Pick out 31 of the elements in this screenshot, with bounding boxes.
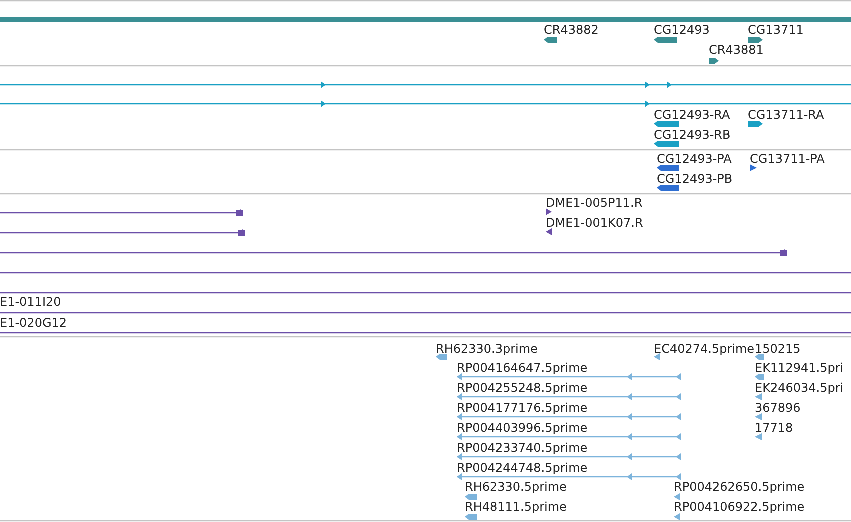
feature-label: CG13711-RA	[748, 108, 824, 122]
feature-label: EC40274.5prime	[654, 342, 755, 356]
feature-label: CG12493-RA	[654, 108, 730, 122]
feature-label: E1-020G12	[0, 316, 68, 330]
feature-label: 367896	[755, 401, 801, 415]
feature-label: CG13711	[748, 23, 804, 37]
feature-label: CR43881	[709, 43, 764, 57]
feature-label: RP004262650.5prime	[674, 480, 805, 494]
feature-label: RP004255248.5prime	[457, 381, 588, 395]
feature-label: CG12493-PA	[657, 152, 732, 166]
feature-label: CG12493-PB	[657, 172, 733, 186]
feature-label: RP004106922.5prime	[674, 500, 805, 514]
feature-label: E1-011I20	[0, 295, 62, 309]
feature-label: DME1-001K07.R	[546, 216, 644, 230]
feature-label: RH62330.3prime	[436, 342, 538, 356]
feature-label: CG12493	[654, 23, 710, 37]
feature-label: RH62330.5prime	[465, 480, 567, 494]
feature-label: EK112941.5pri	[755, 361, 844, 375]
feature-label: CG12493-RB	[654, 128, 731, 142]
feature-label: DME1-005P11.R	[546, 196, 643, 210]
feature-label: RH48111.5prime	[465, 500, 567, 514]
feature-label: 150215	[755, 342, 801, 356]
feature-label: RP004233740.5prime	[457, 441, 588, 455]
feature-label: EK246034.5pri	[755, 381, 844, 395]
feature-label: CG13711-PA	[750, 152, 825, 166]
feature-label: RP004403996.5prime	[457, 421, 588, 435]
feature-label: RP004244748.5prime	[457, 461, 588, 475]
feature-label: 17718	[755, 421, 794, 435]
feature-label: RP004164647.5prime	[457, 361, 588, 375]
feature-label: RP004177176.5prime	[457, 401, 588, 415]
feature-label: CR43882	[544, 23, 599, 37]
